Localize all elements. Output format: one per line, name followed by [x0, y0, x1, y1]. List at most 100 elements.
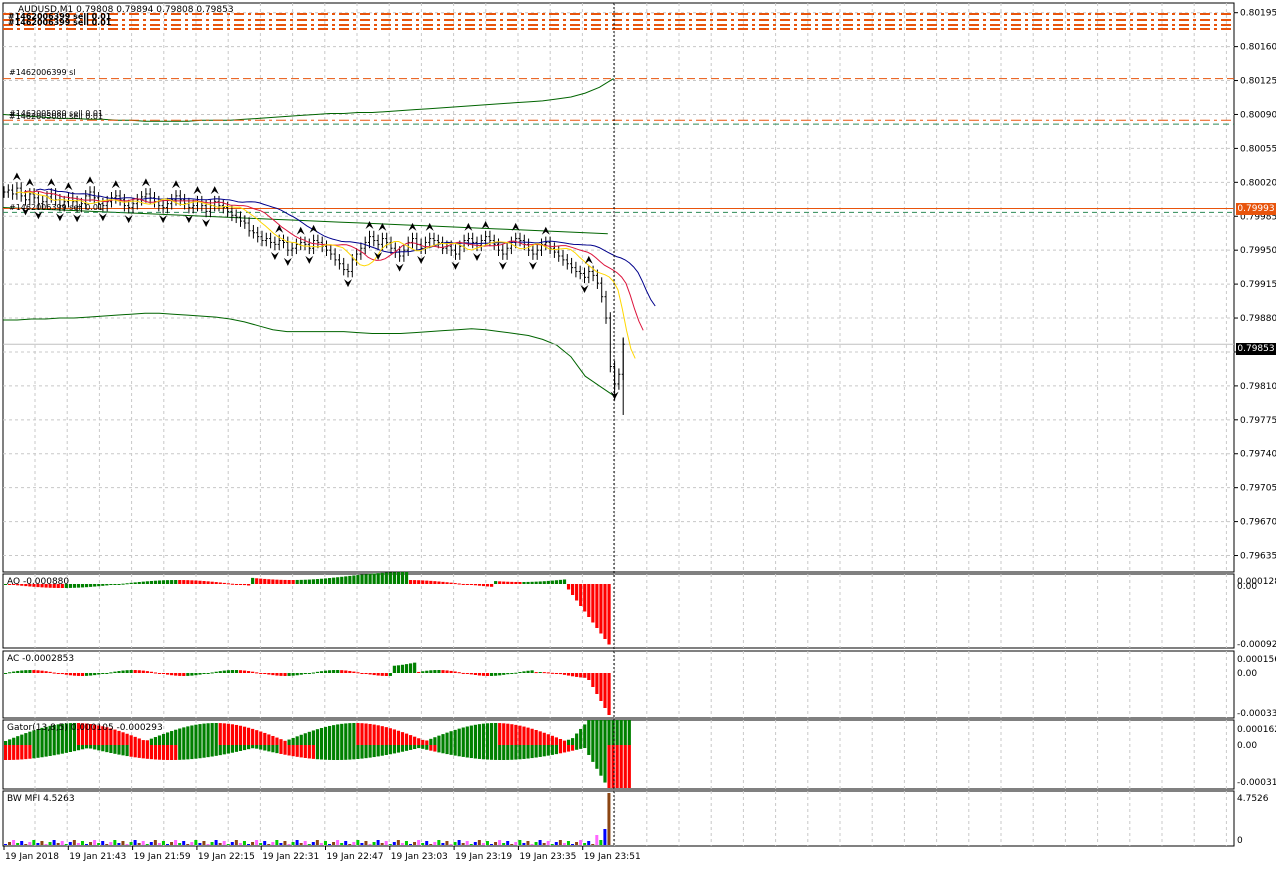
- ao-bar: [473, 584, 477, 586]
- gator-upper-bar: [307, 731, 311, 745]
- mfi-bar: [16, 843, 20, 845]
- gator-upper-bar: [433, 737, 437, 745]
- ac-bar: [421, 671, 425, 673]
- mfi-bar: [494, 842, 498, 845]
- ao-bar: [562, 579, 567, 584]
- ao-bar: [230, 583, 234, 585]
- gator-lower-bar: [603, 745, 607, 783]
- indicator-scale-label-0: -0.000928: [1237, 640, 1276, 650]
- gator-upper-bar: [583, 724, 587, 745]
- ao-bar: [190, 580, 194, 584]
- ao-bar: [105, 584, 109, 586]
- gator-upper-bar: [141, 740, 145, 745]
- gator-upper-bar: [372, 724, 376, 745]
- trading-chart-window[interactable]: 0.80195 0.80160 0.80125 0.80090 0.80055 0.800…: [0, 0, 1276, 866]
- ac-bar: [344, 670, 348, 673]
- mfi-bar: [319, 843, 323, 845]
- gator-upper-bar: [166, 732, 170, 745]
- gator-upper-bar: [409, 735, 413, 745]
- ac-bar: [206, 673, 210, 674]
- gator-upper-bar: [534, 730, 538, 745]
- ac-bar: [255, 672, 259, 674]
- gator-upper-bar: [340, 723, 344, 745]
- ac-bar: [157, 673, 162, 674]
- gator-lower-bar: [105, 745, 109, 753]
- ac-bar: [400, 664, 405, 673]
- mfi-bar: [267, 844, 271, 845]
- ao-bar: [76, 584, 81, 588]
- mfi-bar: [198, 843, 202, 845]
- ac-bar: [550, 672, 554, 674]
- gator-upper-bar: [481, 723, 486, 745]
- mfi-bar: [206, 844, 210, 845]
- sell-label-top-dup: #1462005080 sell 0.01: [9, 112, 104, 121]
- gator-lower-bar: [283, 745, 287, 755]
- ac-bar: [461, 672, 465, 674]
- mfi-bar: [28, 842, 32, 845]
- ac-bar: [546, 672, 550, 674]
- gator-lower-bar: [60, 745, 64, 754]
- mfi-bar: [352, 842, 356, 845]
- gator-upper-bar: [599, 720, 603, 745]
- ao-bar: [194, 580, 198, 584]
- mfi-bar: [125, 844, 129, 845]
- ac-bar: [182, 673, 186, 676]
- ac-bar: [522, 671, 526, 673]
- ao-bar: [336, 577, 340, 584]
- ao-bar: [182, 580, 186, 584]
- ac-bar: [413, 662, 417, 673]
- mfi-bar: [137, 843, 141, 845]
- gator-lower-bar: [222, 745, 226, 755]
- ao-bar: [117, 584, 121, 585]
- ao-bar: [445, 582, 449, 584]
- ac-bar: [364, 673, 368, 674]
- mfi-bar: [307, 844, 311, 845]
- mfi-bar: [275, 840, 279, 845]
- ac-bar: [178, 673, 182, 676]
- mfi-bar: [186, 844, 190, 845]
- ao-bar: [80, 584, 85, 588]
- gator-lower-bar: [336, 745, 340, 760]
- ao-bar: [502, 581, 506, 584]
- ao-label: AO -0.000880: [7, 577, 70, 587]
- ao-bar: [328, 578, 332, 584]
- gator-upper-bar: [461, 727, 465, 745]
- ac-bar: [368, 673, 372, 675]
- indicator-scale-label-2: 0.00: [1237, 741, 1257, 751]
- price-tick-label: 0.80195: [1240, 9, 1276, 19]
- mfi-bar: [97, 843, 101, 845]
- mfi-bar: [485, 841, 489, 845]
- mfi-bar: [157, 843, 161, 845]
- mfi-bar: [384, 841, 388, 845]
- ac-bar: [89, 673, 93, 676]
- gator-upper-bar: [437, 735, 441, 745]
- gator-lower-bar: [409, 745, 413, 750]
- ac-bar: [473, 673, 477, 675]
- gator-lower-bar: [242, 745, 247, 751]
- ao-bar: [295, 579, 299, 584]
- gator-lower-bar: [380, 745, 384, 756]
- ac-bar: [238, 670, 243, 673]
- ao-bar: [526, 581, 530, 584]
- gator-lower-bar: [161, 745, 166, 760]
- ac-bar: [502, 673, 506, 675]
- ao-bar: [319, 578, 324, 584]
- ac-bar: [490, 673, 494, 676]
- price-tick-label: 0.80125: [1240, 77, 1276, 87]
- ao-bar: [344, 576, 348, 584]
- indicator-scale-label-2: 0.000162: [1237, 725, 1276, 735]
- mfi-bar: [251, 842, 255, 845]
- chart-canvas[interactable]: 0.80195 0.80160 0.80125 0.80090 0.80055 0.800…: [0, 0, 1276, 866]
- ao-bar: [198, 580, 202, 584]
- ac-bar: [538, 672, 542, 674]
- gator-lower-bar: [255, 745, 259, 749]
- stacked-trade-label-2: #1462006399 sell 0.01: [8, 18, 112, 27]
- gator-lower-bar: [20, 745, 24, 760]
- ao-bar: [222, 582, 226, 584]
- ac-bar: [198, 673, 202, 675]
- mfi-bar: [453, 842, 457, 845]
- ao-bar: [591, 584, 595, 623]
- mfi-bar: [376, 840, 380, 845]
- gator-lower-bar: [376, 745, 380, 757]
- ao-bar: [352, 575, 356, 584]
